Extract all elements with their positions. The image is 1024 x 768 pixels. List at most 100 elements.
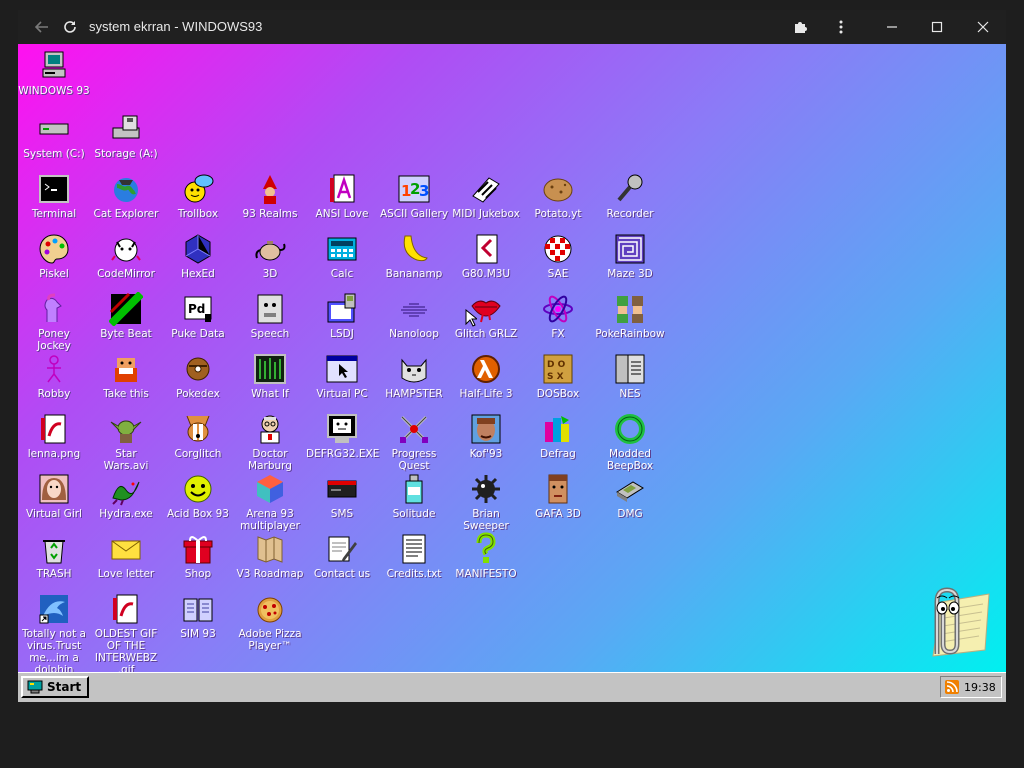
speech-icon[interactable]: Speech [234, 292, 306, 340]
hydra-icon[interactable]: Hydra.exe [90, 472, 162, 520]
love-letter-icon[interactable]: Love letter [90, 532, 162, 580]
g80-icon[interactable]: G80.M3U [450, 232, 522, 280]
smiley-icon [184, 475, 212, 503]
document-pen-icon [328, 536, 357, 562]
menu-button[interactable] [828, 10, 854, 44]
hampster-icon[interactable]: HAMPSTER [378, 352, 450, 400]
arena93-icon[interactable]: Arena 93 multiplayer [234, 472, 306, 532]
lsdj-icon[interactable]: LSDJ [306, 292, 378, 340]
start-button[interactable]: Start [21, 676, 89, 698]
lenna-icon[interactable]: lenna.png [18, 412, 90, 460]
ascii-gallery-icon[interactable]: 123 ASCII Gallery [378, 172, 450, 220]
acid-box-icon[interactable]: Acid Box 93 [162, 472, 234, 520]
sim93-icon[interactable]: SIM 93 [162, 592, 234, 640]
gafa3d-icon[interactable]: GAFA 3D [522, 472, 594, 520]
credits-icon[interactable]: Credits.txt [378, 532, 450, 580]
shop-icon[interactable]: Shop [162, 532, 234, 580]
robby-icon[interactable]: Robby [18, 352, 90, 400]
trollbox-icon[interactable]: Trollbox [162, 172, 234, 220]
rss-feed-icon[interactable] [945, 680, 959, 694]
nes-icon[interactable]: NES [594, 352, 666, 400]
dmg-icon[interactable]: DMG [594, 472, 666, 520]
realms-icon[interactable]: 93 Realms [234, 172, 306, 220]
modded-beepbox-icon[interactable]: Modded BeepBox [594, 412, 666, 472]
back-button[interactable] [30, 10, 54, 44]
hard-drive-icon [39, 123, 69, 135]
hexagon-icon [185, 234, 211, 264]
pokerainbow-icon[interactable]: PokeRainbow [594, 292, 666, 340]
progress-quest-icon[interactable]: Progress Quest [378, 412, 450, 472]
3d-icon[interactable]: 3D [234, 232, 306, 280]
defrag-icon[interactable]: Defrag [522, 412, 594, 460]
virtual-pc-icon[interactable]: Virtual PC [306, 352, 378, 400]
contact-us-icon[interactable]: Contact us [306, 532, 378, 580]
byte-beat-icon[interactable]: Byte Beat [90, 292, 162, 340]
banana-icon [403, 235, 428, 262]
lambda-icon [472, 355, 500, 383]
dolphin-icon[interactable]: Totally not a virus.Trust me...im a dolphin [18, 592, 90, 672]
storage-drive-icon[interactable]: Storage (A:) [90, 112, 162, 160]
svg-text:S X: S X [547, 372, 564, 382]
defrg32-icon[interactable]: DEFRG32.EXE [306, 412, 379, 460]
hexed-icon[interactable]: HexEd [162, 232, 234, 280]
close-button[interactable] [969, 10, 997, 44]
speaking-face-icon [257, 294, 283, 324]
gameboy-window-icon [327, 293, 356, 323]
corglitch-icon[interactable]: Corglitch [162, 412, 234, 460]
cat-explorer-icon[interactable]: Cat Explorer [90, 172, 162, 220]
maze3d-icon[interactable]: Maze 3D [594, 232, 666, 280]
recorder-icon[interactable]: Recorder [594, 172, 666, 220]
ansi-love-icon[interactable]: ANSI Love [306, 172, 378, 220]
text-file-icon [402, 534, 426, 564]
chat-face-icon [184, 174, 214, 203]
poney-jockey-icon[interactable]: Poney Jockey [18, 292, 90, 352]
bananamp-icon[interactable]: Bananamp [378, 232, 450, 280]
kof93-icon[interactable]: Kof'93 [450, 412, 522, 460]
brian-sweeper-icon[interactable]: Brian Sweeper [450, 472, 522, 532]
piskel-icon[interactable]: Piskel [18, 232, 90, 280]
clippy-assistant[interactable] [911, 584, 991, 672]
recycle-bin-icon [43, 540, 65, 564]
dosbox-icon[interactable]: D OS X DOSBox [522, 352, 594, 400]
terminal-icon[interactable]: Terminal [18, 172, 90, 220]
star-wars-icon[interactable]: Star Wars.avi [90, 412, 162, 472]
microphone-icon [617, 174, 643, 202]
oldest-gif-icon[interactable]: OLDEST GIF OF THE INTERWEBZ .gif [90, 592, 162, 672]
maximize-button[interactable] [923, 10, 951, 44]
doctor-marburg-icon[interactable]: Doctor Marburg [234, 412, 306, 472]
playlist-file-icon [476, 234, 498, 264]
wizard-icon [263, 175, 277, 204]
minimize-button[interactable] [878, 10, 906, 44]
cat-globe-icon [114, 178, 138, 202]
nanoloop-icon[interactable]: Nanoloop [378, 292, 450, 340]
pokedex-icon[interactable]: Pokedex [162, 352, 234, 400]
green-ring-icon [615, 414, 645, 444]
glitch-grlz-icon[interactable]: Glitch GRLZ [450, 292, 522, 340]
puke-data-icon[interactable]: Pd Puke Data [162, 292, 234, 340]
windows93-icon[interactable]: WINDOWS 93 [18, 49, 90, 97]
reload-button[interactable] [58, 10, 82, 44]
solitude-icon[interactable]: Solitude [378, 472, 450, 520]
potato-icon[interactable]: Potato.yt [522, 172, 594, 220]
browser-window: system ekrran - WINDOWS93 WINDOWS 93 Sys… [18, 10, 1006, 702]
yoda-icon [110, 420, 142, 443]
arrow-left-icon [34, 21, 48, 33]
waveform-block-icon [109, 292, 143, 326]
extensions-button[interactable] [788, 10, 814, 44]
manifesto-icon[interactable]: MANIFESTO [450, 532, 522, 580]
what-if-icon[interactable]: What If [234, 352, 306, 400]
half-life-icon[interactable]: Half-Life 3 [450, 352, 522, 400]
take-this-icon[interactable]: Take this [90, 352, 162, 400]
codemirror-icon[interactable]: CodeMirror [90, 232, 162, 280]
midi-jukebox-icon[interactable]: MIDI Jukebox [450, 172, 522, 220]
trash-icon[interactable]: TRASH [18, 532, 90, 580]
sae-icon[interactable]: SAE [522, 232, 594, 280]
sms-icon[interactable]: SMS [306, 472, 378, 520]
calc-icon[interactable]: Calc [306, 232, 378, 280]
adobe-pizza-icon[interactable]: Adobe Pizza Player™ [234, 592, 306, 652]
virtual-girl-icon[interactable]: Virtual Girl [18, 472, 90, 520]
system-drive-icon[interactable]: System (C:) [18, 112, 90, 160]
checker-ball-icon [544, 235, 572, 263]
v3-roadmap-icon[interactable]: V3 Roadmap [234, 532, 306, 580]
fx-icon[interactable]: FX [522, 292, 594, 340]
